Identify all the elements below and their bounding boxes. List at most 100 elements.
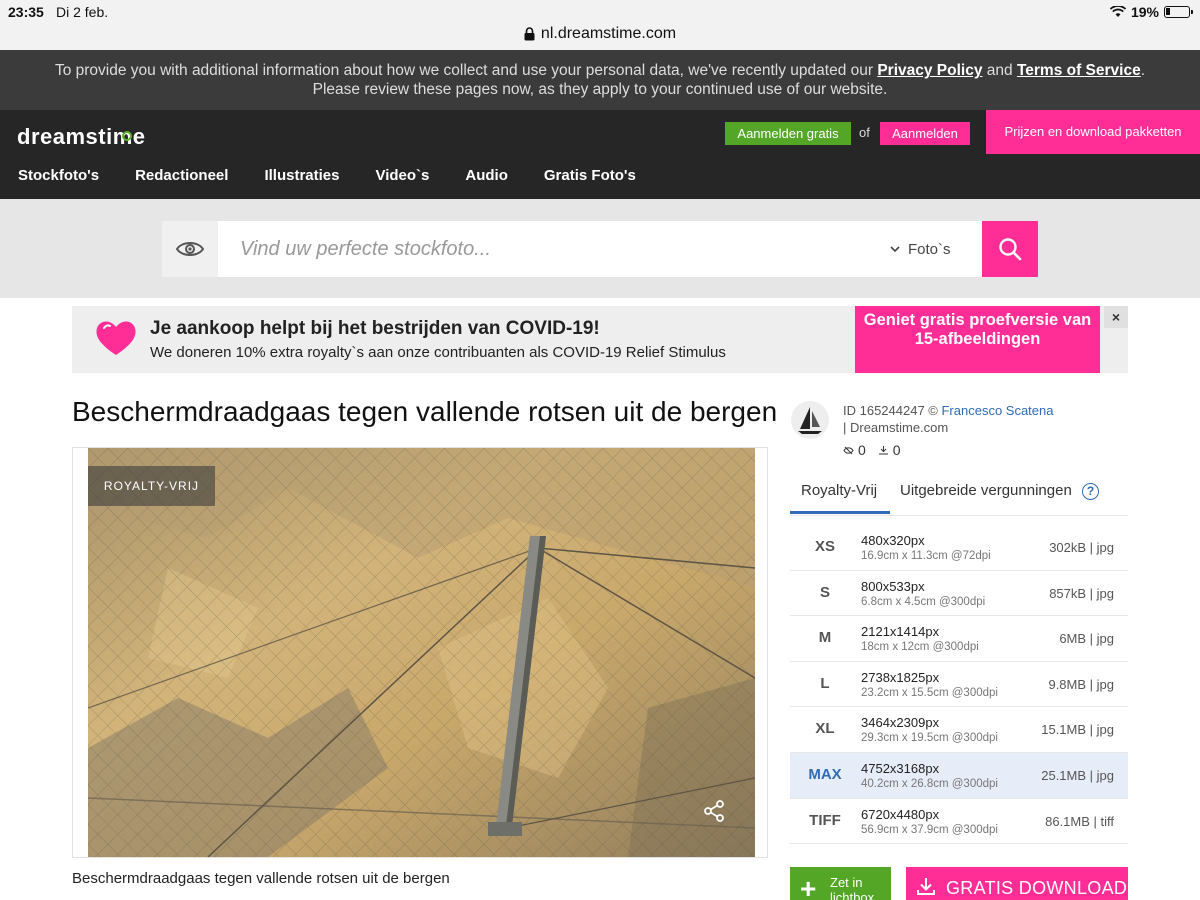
- site-header: dreamstime Aanmelden gratis of Aanmelden…: [0, 110, 1200, 199]
- size-code: XS: [814, 538, 835, 555]
- size-file: 6MB | jpg: [1059, 631, 1114, 647]
- size-file: 857kB | jpg: [1049, 585, 1114, 601]
- free-download-button[interactable]: GRATIS DOWNLOAD: [906, 867, 1128, 900]
- size-code: L: [820, 674, 830, 692]
- page-title: Beschermdraadgaas tegen vallende rotsen …: [72, 396, 778, 427]
- size-pixels: 2121x1414px: [861, 624, 940, 640]
- url-bar[interactable]: nl.dreamstime.com: [0, 22, 1200, 46]
- downloads-stat: 0: [878, 442, 901, 458]
- size-pixels: 3464x2309px: [861, 715, 940, 731]
- search-type-dropdown[interactable]: Foto`s: [890, 221, 982, 277]
- download-icon: [917, 878, 935, 895]
- nav-videos[interactable]: Video`s: [375, 167, 429, 184]
- main-nav: Stockfoto's Redactioneel Illustraties Vi…: [18, 167, 672, 184]
- size-row-xl[interactable]: XL 3464x2309px 29.3cm x 19.5cm @300dpi 1…: [790, 707, 1128, 753]
- download-label: GRATIS DOWNLOAD: [946, 878, 1128, 898]
- heart-icon: [96, 321, 136, 355]
- search-icon: [999, 238, 1022, 261]
- status-date: Di 2 feb.: [56, 4, 109, 20]
- size-row-s[interactable]: S 800x533px 6.8cm x 4.5cm @300dpi 857kB …: [790, 571, 1128, 617]
- downloads-count: 0: [892, 442, 901, 458]
- size-row-xs[interactable]: XS 480x320px 16.9cm x 11.3cm @72dpi 302k…: [790, 525, 1128, 571]
- size-pixels: 480x320px: [861, 533, 925, 548]
- size-row-max[interactable]: MAX 4752x3168px 40.2cm x 26.8cm @300dpi …: [790, 752, 1128, 799]
- pricing-packages-button[interactable]: Prijzen en download pakketten: [986, 110, 1200, 154]
- plus-icon: +: [800, 873, 817, 900]
- battery-percent: 19%: [1130, 4, 1159, 20]
- size-print: 56.9cm x 37.9cm @300dpi: [861, 823, 998, 836]
- covid-subtitle: We doneren 10% extra royalty`s aan onze …: [150, 344, 726, 361]
- tab-extended-licenses[interactable]: Uitgebreide vergunningen: [900, 482, 1072, 499]
- status-bar: 23:35 Di 2 feb. 19% nl.dreamstime.com: [0, 0, 1200, 50]
- chevron-down-icon: [890, 245, 900, 252]
- eye-slash-icon: [843, 446, 854, 454]
- share-icon[interactable]: [703, 800, 725, 822]
- size-print: 29.3cm x 19.5cm @300dpi: [861, 732, 998, 745]
- search-button[interactable]: [982, 221, 1038, 277]
- status-indicators: 19%: [1109, 4, 1193, 20]
- size-row-l[interactable]: L 2738x1825px 23.2cm x 15.5cm @300dpi 9.…: [790, 662, 1128, 708]
- login-button[interactable]: Aanmelden: [880, 122, 970, 145]
- author-link[interactable]: Francesco Scatena: [941, 403, 1053, 418]
- terms-of-service-link[interactable]: Terms of Service: [1017, 62, 1141, 79]
- battery-icon: [1164, 6, 1193, 18]
- privacy-and: and: [982, 62, 1017, 79]
- license-tabs: Royalty-Vrij Uitgebreide vergunningen ?: [790, 476, 1128, 516]
- size-options: XS 480x320px 16.9cm x 11.3cm @72dpi 302k…: [790, 525, 1128, 845]
- logo-swirl-icon: [122, 131, 132, 141]
- eye-icon: [176, 242, 204, 256]
- author-avatar[interactable]: [791, 401, 829, 439]
- size-print: 16.9cm x 11.3cm @72dpi: [861, 550, 991, 562]
- size-print: 18cm x 12cm @300dpi: [861, 641, 979, 654]
- privacy-text-1: To provide you with additional informati…: [54, 62, 878, 79]
- lightbox-label: Zet in lichtbox: [830, 875, 875, 900]
- visual-search-button[interactable]: [162, 221, 218, 277]
- views-stat: 0: [843, 442, 866, 458]
- size-code: M: [818, 629, 832, 647]
- nav-editorial[interactable]: Redactioneel: [135, 167, 228, 184]
- signup-free-button[interactable]: Aanmelden gratis: [725, 122, 851, 145]
- royalty-free-badge: ROYALTY-VRIJ: [88, 466, 215, 506]
- size-row-m[interactable]: M 2121x1414px 18cm x 12cm @300dpi 6MB | …: [790, 616, 1128, 662]
- size-file: 15.1MB | jpg: [1041, 722, 1114, 738]
- image-frame: ROYALTY-VRIJ: [72, 447, 768, 858]
- size-file: 86.1MB | tiff: [1045, 813, 1114, 829]
- active-tab-indicator: [790, 511, 890, 514]
- search-input[interactable]: [218, 221, 890, 277]
- status-time: 23:35: [8, 4, 44, 20]
- download-icon: [878, 446, 888, 455]
- image-stats: 0 0: [843, 442, 901, 458]
- size-pixels: 2738x1825px: [861, 669, 940, 685]
- wifi-icon: [1109, 6, 1126, 17]
- image-source: | Dreamstime.com: [843, 420, 949, 435]
- stock-photo[interactable]: [88, 448, 755, 857]
- help-icon[interactable]: ?: [1082, 483, 1099, 500]
- free-trial-button[interactable]: Geniet gratis proefversie van 15-afbeeld…: [855, 306, 1100, 373]
- size-code: S: [819, 583, 830, 601]
- privacy-policy-link[interactable]: Privacy Policy: [877, 62, 982, 79]
- nav-audio[interactable]: Audio: [465, 167, 508, 184]
- nav-illustrations[interactable]: Illustraties: [264, 167, 339, 184]
- image-caption: Beschermdraadgaas tegen vallende rotsen …: [72, 870, 450, 887]
- close-banner-button[interactable]: ×: [1104, 306, 1128, 328]
- tab-royalty-free[interactable]: Royalty-Vrij: [801, 482, 877, 499]
- size-print: 6.8cm x 4.5cm @300dpi: [861, 595, 986, 608]
- search-type-label: Foto`s: [908, 240, 951, 258]
- size-file: 9.8MB | jpg: [1048, 676, 1114, 692]
- nav-stock-photos[interactable]: Stockfoto's: [18, 167, 99, 184]
- nav-free-photos[interactable]: Gratis Foto's: [544, 167, 636, 184]
- dreamstime-logo[interactable]: dreamstime: [17, 124, 146, 150]
- privacy-banner: To provide you with additional informati…: [0, 50, 1200, 110]
- or-label: of: [859, 125, 870, 140]
- size-file: 25.1MB | jpg: [1041, 767, 1114, 783]
- size-row-tiff[interactable]: TIFF 6720x4480px 56.9cm x 37.9cm @300dpi…: [790, 799, 1128, 845]
- size-code: TIFF: [809, 811, 841, 829]
- image-id: ID 165244247 © Francesco Scatena: [843, 403, 1054, 418]
- image-id-label: ID 165244247 ©: [843, 403, 942, 418]
- covid-title: Je aankoop helpt bij het bestrijden van …: [150, 318, 600, 339]
- add-to-lightbox-button[interactable]: + Zet in lichtbox: [790, 867, 891, 900]
- size-pixels: 4752x3168px: [861, 760, 940, 776]
- lock-icon: [524, 27, 535, 41]
- sailboat-icon: [798, 407, 822, 434]
- size-print: 23.2cm x 15.5cm @300dpi: [861, 686, 998, 699]
